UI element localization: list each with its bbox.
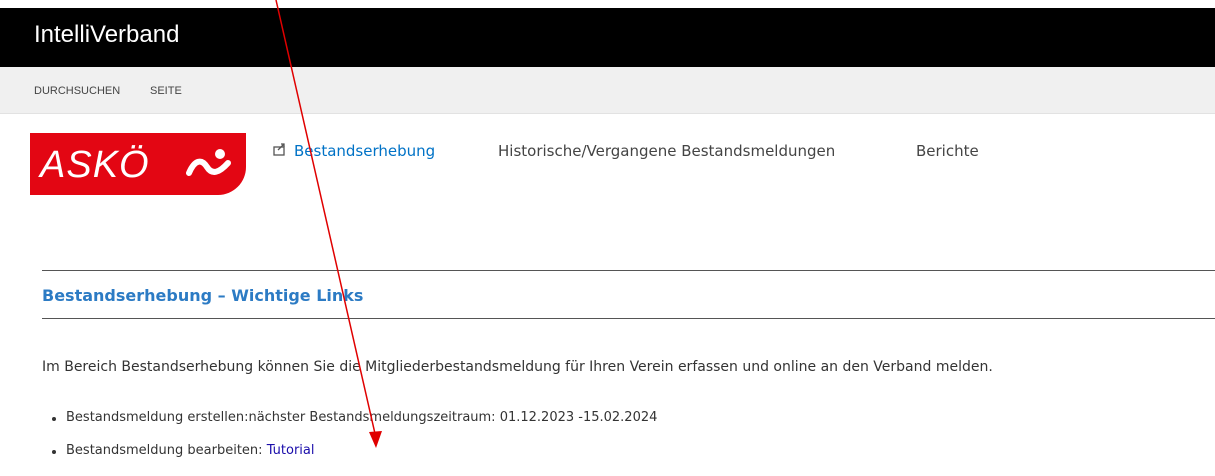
nav-bestandserhebung[interactable]: Bestandserhebung [294,142,435,160]
share-icon [273,143,285,156]
list-item-text: Bestandsmeldung erstellen:nächster Besta… [66,410,658,425]
asko-logo[interactable]: ASKÖ [30,133,246,195]
ribbon-bar: DURCHSUCHEN SEITE [0,67,1215,114]
intro-text: Im Bereich Bestandserhebung können Sie d… [42,359,993,375]
divider-top [42,270,1215,271]
ribbon-tab-durchsuchen[interactable]: DURCHSUCHEN [34,85,120,97]
ribbon-tab-seite[interactable]: SEITE [150,85,182,97]
asko-swoosh-icon [186,149,231,176]
nav-berichte[interactable]: Berichte [916,142,979,160]
nav-historische-bestandsmeldungen[interactable]: Historische/Vergangene Bestandsmeldungen [498,142,835,160]
app-title[interactable]: IntelliVerband [34,21,179,49]
list-item-text: Bestandsmeldung bearbeiten: [66,443,267,458]
logo-text: ASKÖ [40,144,150,186]
links-list: Bestandsmeldung erstellen:nächster Besta… [52,410,657,476]
divider-bottom [42,318,1215,319]
section-title: Bestandserhebung – Wichtige Links [42,286,364,305]
tutorial-link[interactable]: Tutorial [267,443,315,458]
suite-bar: IntelliVerband [0,8,1215,67]
list-item: Bestandsmeldung erstellen:nächster Besta… [52,410,657,443]
list-item: Bestandsmeldung bearbeiten: Tutorial [52,443,657,476]
